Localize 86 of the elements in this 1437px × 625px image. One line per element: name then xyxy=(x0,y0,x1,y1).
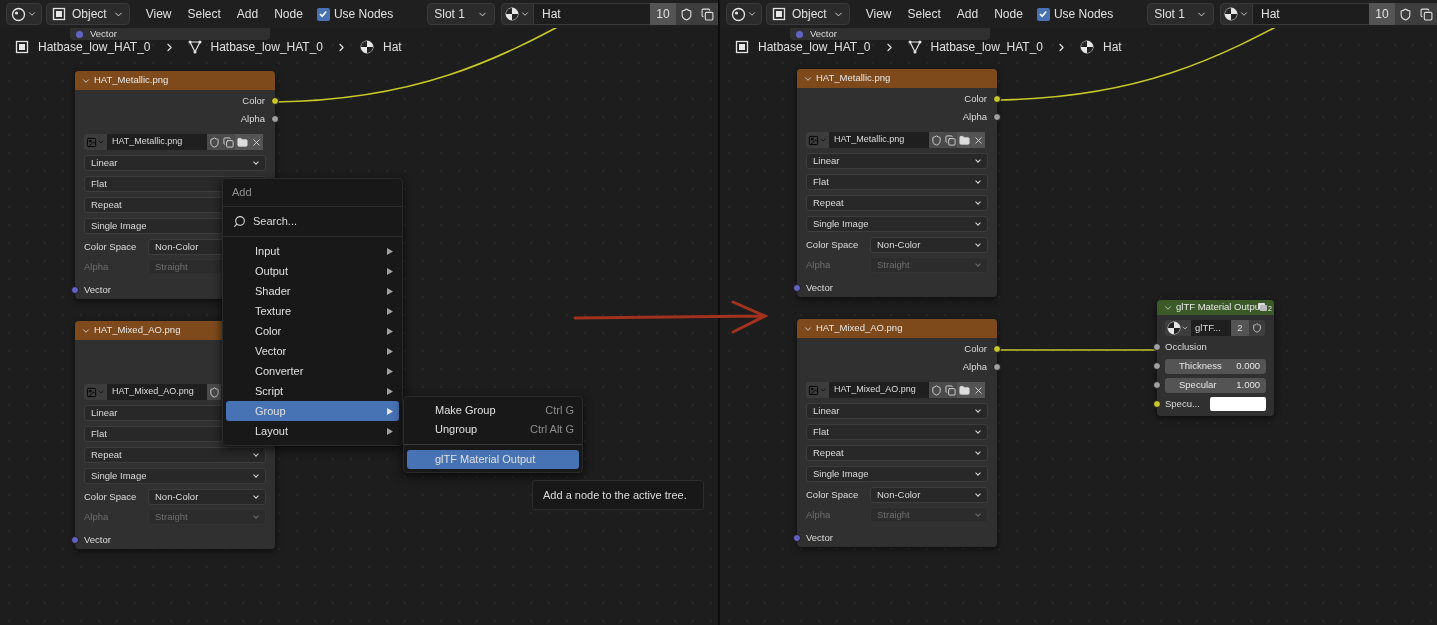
user-count: 2 xyxy=(1231,320,1249,336)
output-label: Alpha xyxy=(240,111,265,126)
menu-item[interactable]: Node xyxy=(268,3,309,25)
option-dropdown[interactable]: Linear xyxy=(84,155,266,171)
property-label: Color Space xyxy=(84,239,138,254)
input-label: Vector xyxy=(84,532,111,547)
number-field[interactable]: Specular 1.000 xyxy=(1165,377,1266,393)
breadcrumb-item[interactable]: Hatbase_low_HAT_0 xyxy=(38,38,151,56)
input-label: Vector xyxy=(810,29,837,39)
menu-item[interactable]: glTF Material Output xyxy=(407,450,579,469)
menu-item[interactable]: Select xyxy=(901,3,947,25)
user-count: 10 xyxy=(1369,3,1395,25)
field-value: 1.000 xyxy=(1236,377,1260,392)
slot-dropdown[interactable]: Slot 1 xyxy=(1147,3,1214,25)
menu-item[interactable]: Node xyxy=(988,3,1029,25)
mode-dropdown[interactable]: Object xyxy=(46,3,130,25)
field-label: Thickness xyxy=(1179,358,1222,373)
output-label: Alpha xyxy=(962,109,987,124)
option-dropdown[interactable]: Single Image xyxy=(806,216,988,232)
image-name-field[interactable]: HAT_Mixed_AO.png xyxy=(829,382,929,398)
breadcrumb-item[interactable]: Hatbase_low_HAT_0 xyxy=(758,38,871,56)
user-count: 10 xyxy=(650,3,676,25)
menu-item[interactable]: View xyxy=(139,3,178,25)
shortcut-label: Ctrl G xyxy=(545,403,574,419)
shortcut-label: Ctrl Alt G xyxy=(530,422,574,438)
image-name-field[interactable]: HAT_Mixed_AO.png xyxy=(107,384,207,400)
option-dropdown[interactable]: Flat xyxy=(806,174,988,190)
option-dropdown[interactable]: Repeat xyxy=(84,447,266,463)
option-dropdown[interactable]: Linear xyxy=(806,153,988,169)
menu-item[interactable]: View xyxy=(859,3,898,25)
breadcrumb-item[interactable]: Hat xyxy=(383,38,402,56)
input-label: Vector xyxy=(90,29,117,39)
menu-item[interactable]: Texture xyxy=(226,301,399,321)
mode-dropdown[interactable]: Object xyxy=(766,3,850,25)
node-header[interactable]: HAT_Mixed_AO.png xyxy=(797,319,997,338)
node-card[interactable]: Vector xyxy=(790,28,990,40)
option-dropdown[interactable]: Flat xyxy=(806,424,988,440)
image-name-field[interactable]: HAT_Metallic.png xyxy=(829,132,929,148)
menu-item[interactable]: Group xyxy=(226,401,399,421)
breadcrumb-item[interactable]: Hatbase_low_HAT_0 xyxy=(930,38,1044,56)
material-name-field[interactable]: Hat xyxy=(1253,3,1369,25)
input-label: Specu... xyxy=(1165,396,1201,411)
node-title: glTF Material Outpu xyxy=(1176,300,1260,315)
node-title: HAT_Metallic.png xyxy=(94,73,169,88)
datablock-name-field[interactable]: glTF... xyxy=(1191,320,1231,336)
tooltip: Add a node to the active tree. xyxy=(532,480,704,510)
option-dropdown[interactable]: Linear xyxy=(806,403,988,419)
node-header[interactable]: HAT_Metallic.png xyxy=(797,69,997,88)
node-card[interactable]: Vector xyxy=(70,28,270,40)
menu-item[interactable]: Add xyxy=(230,3,265,25)
node-header[interactable]: HAT_Metallic.png xyxy=(75,71,275,90)
property-dropdown[interactable]: Non-Color xyxy=(870,487,988,503)
node-title: HAT_Mixed_AO.png xyxy=(816,321,903,336)
input-label: Occlusion xyxy=(1165,339,1207,354)
property-dropdown[interactable]: Non-Color xyxy=(148,489,266,505)
output-label: Alpha xyxy=(962,359,987,374)
property-label: Color Space xyxy=(84,489,138,504)
material-name-field[interactable]: Hat xyxy=(534,3,650,25)
output-label: Color xyxy=(964,91,987,106)
input-label: Vector xyxy=(84,282,111,297)
option-dropdown[interactable]: Single Image xyxy=(84,468,266,484)
image-name-field[interactable]: HAT_Metallic.png xyxy=(107,134,207,150)
use-nodes-checkbox[interactable]: Use Nodes xyxy=(316,5,394,23)
input-label: Vector xyxy=(806,280,833,295)
output-label: Color xyxy=(242,93,265,108)
option-dropdown[interactable]: Repeat xyxy=(806,195,988,211)
input-label: Vector xyxy=(806,530,833,545)
breadcrumb-item[interactable]: Hat xyxy=(1103,38,1122,56)
menu-item[interactable]: Make Group Ctrl G xyxy=(407,401,579,420)
property-label: Color Space xyxy=(806,237,860,252)
field-value: 0.000 xyxy=(1236,358,1260,373)
menu-item[interactable]: Ungroup Ctrl Alt G xyxy=(407,420,579,439)
menu-item[interactable]: Select xyxy=(181,3,227,25)
field-label: Specular xyxy=(1179,377,1217,392)
output-label: Color xyxy=(964,341,987,356)
option-dropdown[interactable]: Repeat xyxy=(806,445,988,461)
property-label: Color Space xyxy=(806,487,860,502)
property-dropdown[interactable]: Non-Color xyxy=(870,237,988,253)
option-dropdown[interactable]: Single Image xyxy=(806,466,988,482)
node-title: HAT_Metallic.png xyxy=(816,71,891,86)
menu-item[interactable]: Add xyxy=(950,3,985,25)
number-field[interactable]: Thickness 0.000 xyxy=(1165,358,1266,374)
slot-dropdown[interactable]: Slot 1 xyxy=(427,3,495,25)
use-nodes-checkbox[interactable]: Use Nodes xyxy=(1036,5,1114,23)
breadcrumb-item[interactable]: Hatbase_low_HAT_0 xyxy=(210,38,324,56)
node-title: HAT_Mixed_AO.png xyxy=(94,323,181,338)
